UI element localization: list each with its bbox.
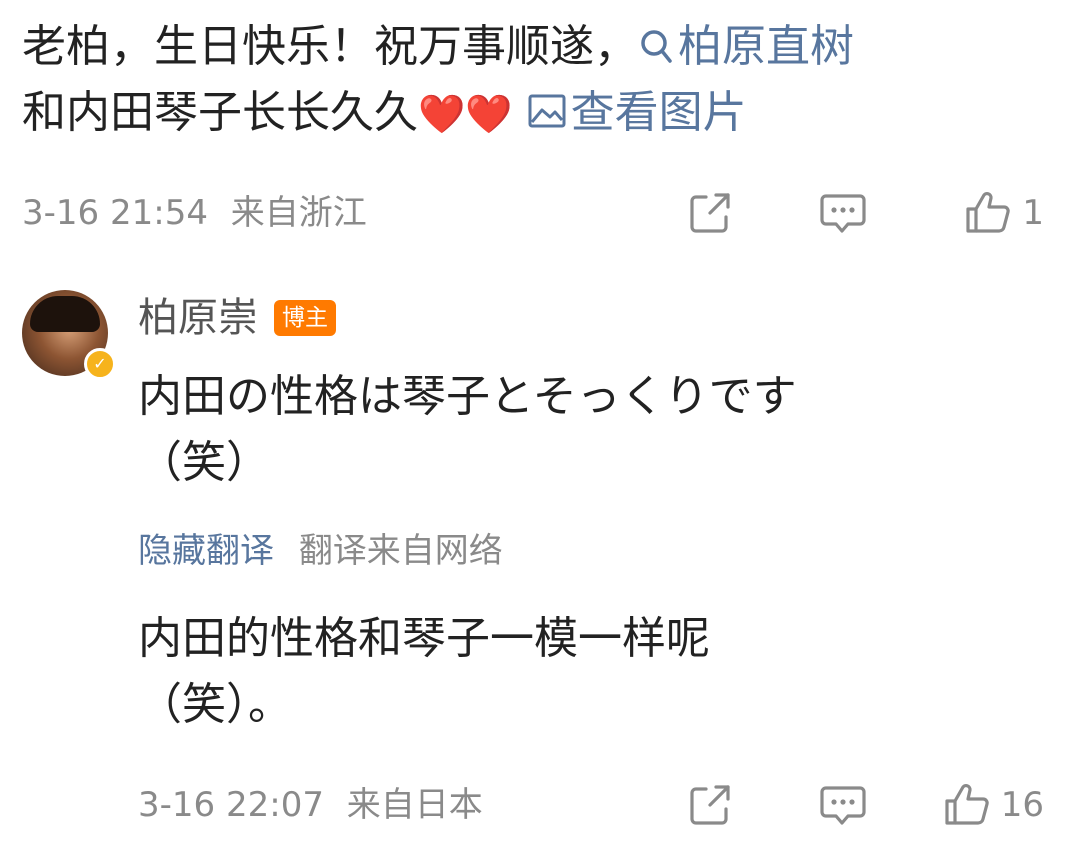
comment-time: 3-16 21:54 (22, 193, 208, 233)
reply-location: 来自日本 (346, 785, 483, 825)
comment-location: 来自浙江 (230, 193, 367, 233)
like-icon (943, 781, 991, 829)
reply-body: 柏原崇 博主 内田の性格は琴子とそっくりです （笑） 隐藏翻译 翻译来自网络 内… (138, 290, 1058, 738)
comment-text-continued: 和内田琴子长长久久 (22, 87, 418, 138)
translation-line-1: 内田的性格和琴子一模一样呢 (138, 613, 710, 664)
comment-text-line-1: 老柏，生日快乐！祝万事顺遂， 柏原直树 (22, 14, 1062, 80)
comment-text: 老柏，生日快乐！祝万事顺遂， (22, 21, 638, 72)
translation-text: 内田的性格和琴子一模一样呢 （笑）。 (138, 606, 1058, 738)
like-button[interactable]: 1 (964, 188, 1044, 238)
image-icon (527, 93, 567, 129)
comment-icon (818, 188, 868, 238)
weibo-comment: 老柏，生日快乐！祝万事顺遂， 柏原直树 和内田琴子长长久久❤️❤️ 查看图片 (22, 14, 1062, 147)
verified-badge-icon: ✓ (84, 348, 116, 380)
comment-icon (818, 780, 868, 830)
reply-time: 3-16 22:07 (138, 785, 324, 825)
share-icon (686, 189, 734, 237)
reply-meta: 3-16 22:07 来自日本 (138, 778, 483, 832)
reply-text: 内田の性格は琴子とそっくりです （笑） (138, 364, 1058, 496)
topic-link[interactable]: 柏原直树 (638, 21, 854, 72)
reply-author[interactable]: 柏原崇 (138, 290, 258, 346)
comment-meta-row: 3-16 21:54 来自浙江 1 (22, 186, 1052, 240)
reply-like-button[interactable]: 16 (943, 780, 1044, 830)
view-image-link[interactable]: 查看图片 (527, 87, 747, 138)
translation-source: 翻译来自网络 (298, 531, 503, 571)
heart-emoji: ❤️❤️ (418, 92, 513, 136)
avatar-hair (30, 296, 100, 332)
comment-button[interactable] (818, 188, 868, 238)
hide-translation-button[interactable]: 隐藏翻译 (138, 531, 274, 571)
search-icon (638, 27, 674, 65)
like-icon (964, 189, 1012, 237)
avatar[interactable]: ✓ (22, 290, 116, 380)
reply-text-line-1: 内田の性格は琴子とそっくりです (138, 371, 797, 422)
reply-text-line-2: （笑） (138, 437, 270, 488)
topic-link-label: 柏原直树 (678, 21, 854, 72)
comment-text-line-2: 和内田琴子长长久久❤️❤️ 查看图片 (22, 80, 1062, 147)
reply-author-row: 柏原崇 博主 (138, 290, 1058, 346)
share-button[interactable] (686, 188, 734, 238)
view-image-label: 查看图片 (570, 87, 747, 138)
blogger-badge: 博主 (274, 300, 336, 336)
like-count: 1 (1022, 193, 1044, 233)
reply-share-button[interactable] (686, 780, 734, 830)
reply-meta-row: 3-16 22:07 来自日本 16 (138, 778, 1052, 832)
translate-row: 隐藏翻译 翻译来自网络 (138, 524, 1058, 578)
reply-comment-button[interactable] (818, 780, 868, 830)
comment-meta: 3-16 21:54 来自浙江 (22, 186, 367, 240)
reply-like-count: 16 (1000, 785, 1044, 825)
share-icon (686, 781, 734, 829)
translation-line-2: （笑）。 (138, 679, 292, 730)
